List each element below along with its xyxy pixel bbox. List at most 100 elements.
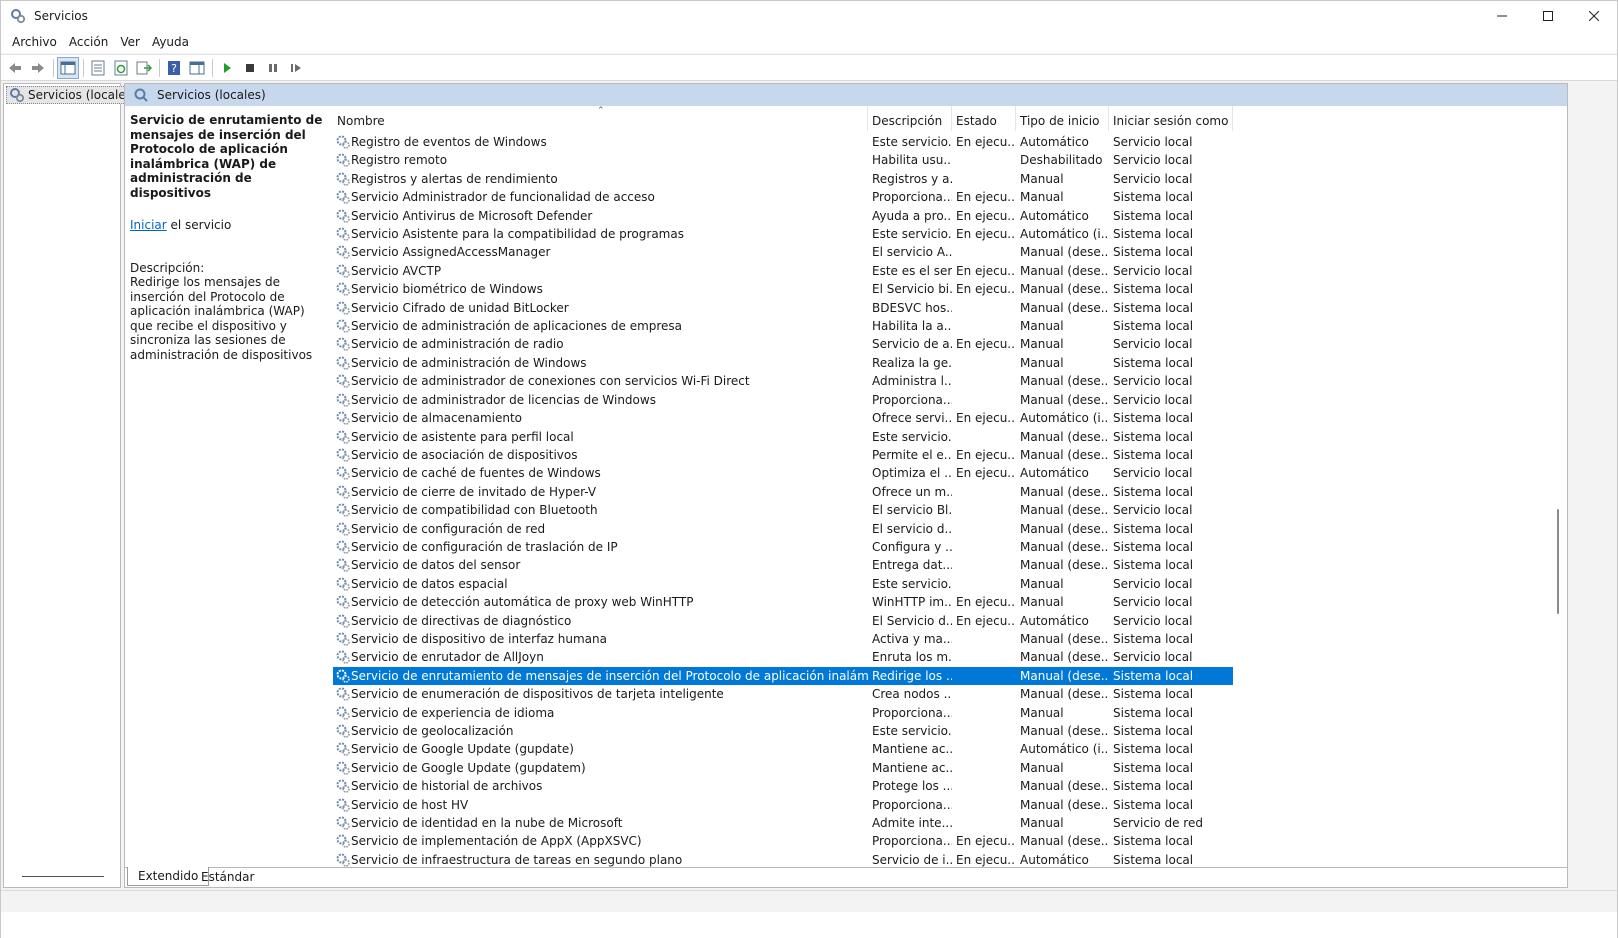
service-row[interactable]: Registro de eventos de Windows Este servi… (333, 133, 1559, 151)
properties-button[interactable] (87, 57, 109, 79)
service-row[interactable]: Servicio de experiencia de idioma Proporc… (333, 704, 1559, 722)
refresh-button[interactable] (110, 57, 132, 79)
service-row[interactable]: Servicio de almacenamiento Ofrece servi..… (333, 409, 1559, 427)
maximize-button[interactable] (1525, 1, 1571, 31)
pause-service-button[interactable] (262, 57, 284, 79)
column-header-description[interactable]: Descripción (868, 106, 952, 131)
cell-status: En ejecu... (956, 337, 1016, 352)
service-row[interactable]: Servicio de cierre de invitado de Hyper-… (333, 483, 1559, 501)
bottom-strip (1, 912, 1617, 938)
cell-description: Proporciona... (872, 705, 952, 720)
column-header-startup-type[interactable]: Tipo de inicio (1016, 106, 1109, 131)
service-row[interactable]: Servicio de administración de Windows Rea… (333, 354, 1559, 372)
service-row[interactable]: Servicio de host HV Proporciona... Manual … (333, 796, 1559, 814)
cell-name: Servicio de compatibilidad con Bluetooth (351, 503, 598, 518)
service-row[interactable]: Registros y alertas de rendimiento Regist… (333, 170, 1559, 188)
cell-name: Registro de eventos de Windows (351, 135, 547, 149)
cell-status (956, 630, 1016, 648)
start-service-button[interactable] (216, 57, 238, 79)
service-row[interactable]: Servicio AVCTP Este es el ser... En ejecu.… (333, 262, 1559, 280)
service-row[interactable]: Servicio de asociación de dispositivos Pe… (333, 446, 1559, 464)
column-header-status[interactable]: Estado (952, 106, 1016, 131)
cell-startup-type: Manual (dese... (1020, 687, 1109, 702)
service-gear-icon (336, 466, 350, 481)
cell-startup-type: Manual (dese... (1020, 539, 1109, 554)
service-row[interactable]: Servicio de geolocalización Este servicio… (333, 722, 1559, 740)
service-row[interactable]: Servicio de caché de fuentes de Windows O… (333, 464, 1559, 482)
cell-status (956, 354, 1016, 372)
forward-button[interactable] (27, 57, 49, 79)
services-pane: Servicios (locales) Servicio de enrutami… (124, 83, 1568, 888)
menu-ayuda[interactable]: Ayuda (146, 35, 195, 49)
service-row[interactable]: Servicio de administrador de licencias d… (333, 391, 1559, 409)
service-row[interactable]: Servicio de asistente para perfil local E… (333, 428, 1559, 446)
service-row[interactable]: Servicio Asistente para la compatibilida… (333, 225, 1559, 243)
selected-service-title: Servicio de enrutamiento de mensajes de … (130, 113, 323, 200)
service-row[interactable]: Servicio AssignedAccessManager El servici… (333, 243, 1559, 261)
service-row[interactable]: Servicio de administración de radio Servi… (333, 335, 1559, 353)
service-row[interactable]: Servicio de datos del sensor Entrega dat.… (333, 556, 1559, 574)
cell-name: Servicio AVCTP (351, 263, 442, 278)
stop-service-button[interactable] (239, 57, 261, 79)
cell-name: Servicio de configuración de red (351, 521, 546, 536)
service-row[interactable]: Servicio de historial de archivos Protege… (333, 777, 1559, 795)
cell-startup-type: Automático (1020, 613, 1089, 628)
service-row[interactable]: Registro remoto Habilita usu... Deshabilit… (333, 151, 1559, 169)
cell-name: Servicio de datos del sensor (351, 558, 521, 573)
restart-service-button[interactable] (285, 57, 307, 79)
service-row[interactable]: Servicio de detección automática de prox… (333, 593, 1559, 611)
help-button[interactable]: ? (163, 57, 185, 79)
horizontal-scrollbar[interactable] (22, 876, 104, 877)
service-row[interactable]: Servicio de directivas de diagnóstico El … (333, 612, 1559, 630)
cell-startup-type: Manual (1020, 190, 1064, 205)
vertical-scrollbar-thumb[interactable] (1557, 509, 1559, 614)
cell-description: Este es el ser... (872, 263, 952, 278)
cell-startup-type: Manual (1020, 705, 1064, 720)
service-row[interactable]: Servicio de enumeración de dispositivos … (333, 685, 1559, 703)
service-row[interactable]: Servicio de Google Update (gupdatem) Mant… (333, 759, 1559, 777)
service-row[interactable]: Servicio de datos espacial Este servicio.… (333, 575, 1559, 593)
service-row[interactable]: Servicio Cifrado de unidad BitLocker BDES… (333, 299, 1559, 317)
cell-status: En ejecu... (956, 227, 1016, 242)
service-row[interactable]: Servicio biométrico de Windows El Servici… (333, 280, 1559, 298)
column-header-logon-as[interactable]: Iniciar sesión como (1109, 106, 1233, 131)
service-row[interactable]: Servicio Administrador de funcionalidad … (333, 188, 1559, 206)
service-gear-icon (336, 558, 350, 573)
cell-startup-type: Automático (1020, 135, 1089, 149)
service-row[interactable]: Servicio de Google Update (gupdate) Manti… (333, 740, 1559, 758)
export-list-button[interactable] (133, 57, 155, 79)
service-gear-icon (336, 190, 350, 205)
cell-description: Proporciona... (872, 190, 952, 205)
menu-archivo[interactable]: Archivo (6, 35, 63, 49)
search-services-icon (134, 88, 148, 102)
show-hide-action-pane-button[interactable] (186, 57, 208, 79)
cell-startup-type: Automático (i... (1020, 411, 1109, 426)
menu-accion[interactable]: Acción (63, 35, 114, 49)
service-row[interactable]: Servicio de enrutamiento de mensajes de … (333, 666, 1233, 686)
service-row[interactable]: Servicio de configuración de traslación … (333, 538, 1559, 556)
service-row[interactable]: Servicio de implementación de AppX (AppX… (333, 832, 1559, 850)
start-service-link[interactable]: Iniciar (130, 218, 167, 232)
service-row[interactable]: Servicio de dispositivo de interfaz huma… (333, 630, 1559, 648)
cell-status (956, 667, 1016, 685)
cell-logon-as: Servicio local (1113, 466, 1193, 481)
cell-description: Mantiene ac... (872, 760, 952, 775)
tree-item-services-local[interactable]: Servicios (locales) (6, 86, 140, 104)
minimize-button[interactable] (1479, 1, 1525, 31)
service-row[interactable]: Servicio de compatibilidad con Bluetooth… (333, 501, 1559, 519)
menu-ver[interactable]: Ver (114, 35, 146, 49)
back-button[interactable] (4, 57, 26, 79)
cell-logon-as: Sistema local (1113, 779, 1194, 794)
service-row[interactable]: Servicio de administración de aplicacion… (333, 317, 1559, 335)
tab-estandar[interactable]: Estándar (191, 867, 264, 886)
service-row[interactable]: Servicio de configuración de red El servi… (333, 520, 1559, 538)
service-row[interactable]: Servicio de administrador de conexiones … (333, 372, 1559, 390)
show-hide-console-tree-button[interactable] (57, 56, 79, 79)
cell-description: Este servicio... (872, 576, 952, 591)
service-row[interactable]: Servicio Antivirus de Microsoft Defender… (333, 207, 1559, 225)
service-gear-icon (336, 301, 350, 315)
services-gear-icon (11, 9, 26, 24)
service-row[interactable]: Servicio de identidad en la nube de Micr… (333, 814, 1559, 832)
service-row[interactable]: Servicio de enrutador de AllJoyn Enruta l… (333, 648, 1559, 666)
close-button[interactable] (1571, 1, 1617, 31)
